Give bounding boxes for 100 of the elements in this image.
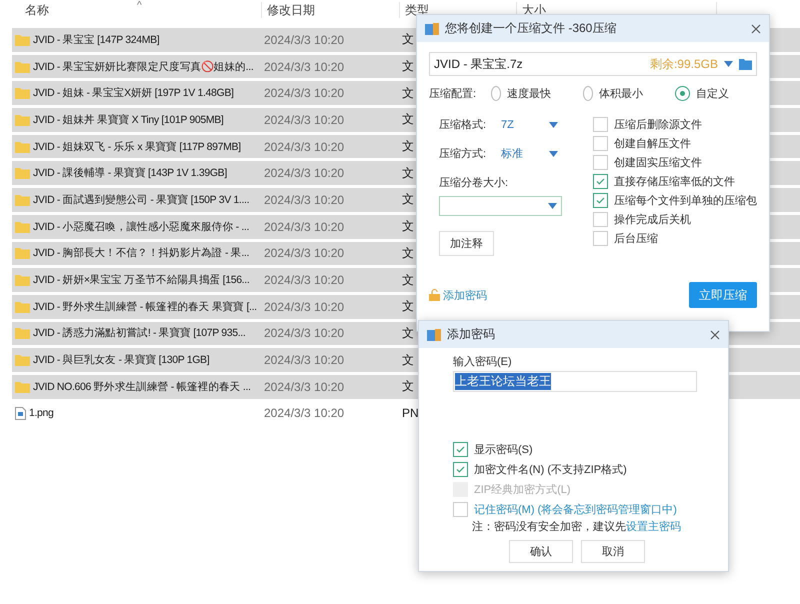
modified-date: 2024/3/3 10:20 (264, 300, 344, 314)
folder-icon (15, 300, 30, 313)
checkbox[interactable] (593, 174, 608, 189)
file-name: JVID - 與巨乳女友 - 果寶寶 [130P 1GB] (33, 353, 210, 368)
option-label: 压缩每个文件到单独的压缩包 (614, 194, 757, 208)
folder-icon (15, 327, 30, 340)
file-type: 文 (402, 84, 414, 102)
check-icon (456, 465, 465, 474)
option-label: 操作完成后关机 (614, 212, 691, 227)
file-type: 文 (402, 31, 414, 48)
modified-date: 2024/3/3 10:20 (264, 220, 344, 234)
modified-date: 2024/3/3 10:20 (264, 112, 344, 127)
option-label: 加密文件名(N) (不支持ZIP格式) (474, 462, 627, 477)
check-icon (596, 196, 605, 205)
file-type: 文 (402, 244, 414, 262)
file-name: JVID - 果宝宝妍妍比赛限定尺度写真🚫姐妹的... (33, 60, 254, 74)
checkbox[interactable] (453, 502, 468, 517)
comment-button[interactable]: 加注释 (439, 231, 494, 256)
modified-date: 2024/3/3 10:20 (264, 32, 344, 47)
folder-icon[interactable] (739, 58, 752, 70)
modified-date: 2024/3/3 10:20 (264, 140, 344, 154)
close-icon[interactable] (710, 330, 720, 340)
file-type: 文 (402, 352, 414, 369)
file-name: JVID - 果宝宝 [147P 324MB] (33, 32, 160, 47)
file-name: JVID - 小惡魔召喚，讓性感小惡魔來服侍你 - ... (33, 220, 250, 234)
column-header[interactable]: 修改日期 (262, 2, 400, 18)
file-name: JVID - 課後輔導 - 果寶寶 [143P 1V 1.39GB] (33, 166, 227, 180)
checkbox[interactable] (593, 136, 608, 151)
master-password-link[interactable]: 设置主密码 (626, 519, 681, 534)
archive-app-icon (427, 328, 441, 340)
file-name: JVID - 誘惑力滿點初嘗試! - 果寶寶 [107P 935... (33, 326, 246, 340)
dialog-button[interactable]: 确认 (509, 540, 573, 563)
checkbox[interactable] (593, 117, 608, 132)
checkbox[interactable] (593, 155, 608, 170)
archive-path-field[interactable]: JVID - 果宝宝.7z 剩余:99.5GB (429, 52, 757, 76)
option-label: 创建自解压文件 (614, 136, 691, 151)
file-name: JVID - 野外求生訓練營 - 帳篷裡的春天 果寶寶 [... (33, 300, 257, 314)
dropdown-arrow-icon (724, 61, 733, 67)
folder-icon (15, 34, 30, 46)
password-label: 输入密码(E) (453, 354, 513, 369)
config-label: 压缩配置: (429, 86, 478, 101)
file-type: 文 (402, 298, 414, 316)
option-label: 显示密码(S) (474, 442, 533, 457)
radio-button[interactable] (675, 86, 690, 101)
file-name: 1.png (29, 407, 54, 420)
file-name: JVID - 姐妹丼 果寶寶 X Tiny [101P 905MB] (33, 112, 224, 127)
folder-icon (15, 194, 30, 206)
folder-icon (15, 220, 30, 233)
modified-date: 2024/3/3 10:20 (264, 406, 344, 420)
dialog-button[interactable]: 取消 (581, 540, 645, 563)
dropdown-arrow-icon (549, 122, 558, 128)
check-icon (596, 177, 605, 186)
close-icon[interactable] (751, 24, 761, 34)
dialog-title: 添加密码 (447, 326, 496, 343)
folder-icon (15, 354, 30, 366)
file-type: 文 (402, 111, 414, 128)
note-text: 注：密码没有安全加密，建议先 (472, 520, 626, 534)
modified-date: 2024/3/3 10:20 (264, 60, 344, 74)
file-type: 文 (402, 378, 414, 396)
file-name: JVID - 面試遇到變態公司 - 果寶寶 [150P 3V 1.... (33, 192, 250, 207)
dropdown-arrow-icon (548, 203, 557, 209)
checkbox[interactable] (593, 212, 608, 227)
file-type: PN (402, 406, 419, 420)
checkbox[interactable] (453, 442, 468, 457)
option-label: 记住密码(M) (将会备忘到密码管理窗口中) (474, 502, 677, 517)
modified-date: 2024/3/3 10:20 (264, 246, 344, 260)
modified-date: 2024/3/3 10:20 (264, 166, 344, 180)
option-label: ZIP经典加密方式(L) (474, 482, 571, 497)
file-type: 文 (402, 272, 414, 289)
method-dropdown[interactable]: 标准 (501, 146, 558, 161)
format-dropdown[interactable]: 7Z (501, 118, 558, 130)
file-name: JVID NO.606 野外求生訓練營 - 帳篷裡的春天 ... (33, 380, 251, 394)
method-label: 压缩方式: (439, 146, 488, 161)
file-type: 文 (402, 218, 414, 236)
password-field[interactable]: 上老王论坛当老王 (453, 371, 697, 392)
file-type: 文 (402, 138, 414, 156)
check-icon (456, 445, 465, 454)
radio-label: 体积最小 (599, 87, 643, 101)
checkbox[interactable] (453, 462, 468, 477)
file-type: 文 (402, 58, 414, 76)
folder-icon (15, 380, 30, 393)
padlock-icon (429, 289, 440, 301)
modified-date: 2024/3/3 10:20 (264, 326, 344, 340)
radio-button[interactable] (491, 86, 501, 101)
modified-date: 2024/3/3 10:20 (264, 86, 344, 100)
checkbox[interactable] (593, 193, 608, 208)
folder-icon (15, 114, 30, 126)
option-label: 压缩后删除源文件 (614, 118, 702, 132)
radio-button[interactable] (583, 86, 593, 101)
format-label: 压缩格式: (439, 118, 488, 132)
checkbox[interactable] (593, 231, 608, 246)
file-row[interactable]: 1.png 2024/3/3 10:20 PN (12, 402, 800, 426)
folder-icon (15, 140, 30, 153)
file-type: 文 (402, 164, 414, 182)
archive-app-icon (425, 22, 439, 34)
dropdown-arrow-icon (549, 150, 558, 156)
split-size-dropdown[interactable] (439, 196, 562, 216)
modified-date: 2024/3/3 10:20 (264, 192, 344, 207)
file-type: 文 (402, 324, 414, 342)
modified-date: 2024/3/3 10:20 (264, 353, 344, 368)
